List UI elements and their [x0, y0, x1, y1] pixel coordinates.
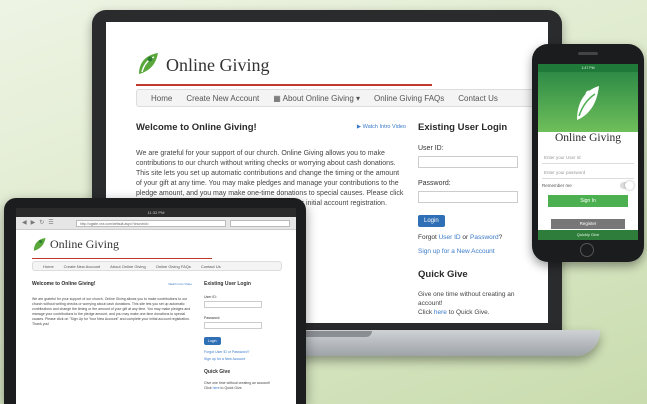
- user-id-input[interactable]: [418, 156, 518, 168]
- login-panel: Existing User Login User ID: Password: L…: [418, 122, 538, 317]
- tablet-browser-bar: ◀▶↻☰ http://ogsite.xxx.com/default.aspx?…: [16, 217, 296, 230]
- tablet-quick-give-here-link[interactable]: here: [213, 386, 220, 390]
- tablet-nav-create-account[interactable]: Create New Account: [64, 264, 100, 269]
- phone-home-button[interactable]: [580, 243, 594, 257]
- tablet-forgot-user-id: User ID: [215, 350, 227, 354]
- nav-faqs[interactable]: Online Giving FAQs: [374, 94, 444, 103]
- phone-user-input[interactable]: Enter your User Id: [542, 152, 634, 164]
- main-nav: Home Create New Account ▦ About Online G…: [136, 89, 546, 107]
- tablet-url-field[interactable]: http://ogsite.xxx.com/default.aspx?churc…: [76, 220, 226, 227]
- leaf-person-icon: [33, 237, 46, 251]
- tablet-nav: Home Create New Account About Online Giv…: [32, 261, 282, 271]
- remember-me-toggle[interactable]: [620, 181, 634, 190]
- watch-video-link[interactable]: ▶ Watch Intro Video: [357, 124, 406, 130]
- nav-home[interactable]: Home: [151, 94, 172, 103]
- signup-link[interactable]: Sign up for a New Account: [418, 248, 538, 255]
- tablet-login-button[interactable]: Login: [204, 337, 221, 345]
- browser-controls-icon[interactable]: ◀▶↻☰: [22, 219, 58, 226]
- tablet-signup-link[interactable]: Sign up for a New Account: [204, 357, 274, 361]
- nav-about-label: About Online Giving: [282, 93, 354, 103]
- tablet-screen: 11:32 PM ◀▶↻☰ http://ogsite.xxx.com/defa…: [16, 208, 296, 404]
- leaf-person-icon: [577, 86, 599, 120]
- tablet-quick-give-prefix: Click: [204, 386, 213, 390]
- tablet-search-field[interactable]: [230, 220, 290, 227]
- tablet-login-title: Existing User Login: [204, 281, 251, 287]
- quick-give-prefix: Click: [418, 309, 434, 316]
- tablet-user-id-input[interactable]: [204, 301, 262, 308]
- tablet-brand-name: Online Giving: [50, 237, 119, 251]
- tablet-watch-video-link[interactable]: Watch Intro Video: [168, 282, 192, 286]
- tablet-forgot-prefix: Forgot: [204, 350, 216, 354]
- tablet-quick-give-suffix: to Quick Give.: [219, 386, 243, 390]
- forgot-prefix: Forgot: [418, 234, 439, 241]
- quick-give-suffix: to Quick Give.: [446, 309, 490, 316]
- tablet-login-panel: Existing User Login User ID: Password: L…: [204, 281, 274, 391]
- tablet-nav-about[interactable]: About Online Giving: [110, 264, 146, 269]
- forgot-password-link[interactable]: Password: [470, 234, 499, 241]
- tablet-nav-contact[interactable]: Contact Us: [201, 264, 221, 269]
- tablet-user-id-label: User ID:: [204, 295, 217, 299]
- phone-speaker: [578, 52, 598, 55]
- phone-header: [538, 72, 638, 132]
- phone-signin-button[interactable]: Sign In: [548, 195, 628, 207]
- tablet-welcome-text: We are grateful for your support of our …: [32, 297, 191, 326]
- tablet-quick-give-title: Quick Give: [204, 369, 231, 375]
- password-label: Password:: [418, 180, 451, 187]
- login-button[interactable]: Login: [418, 215, 445, 227]
- quick-give-title: Quick Give: [418, 269, 468, 280]
- phone-register-button[interactable]: Register: [551, 219, 625, 229]
- phone-password-input[interactable]: Enter your password: [542, 167, 634, 179]
- tablet-password-input[interactable]: [204, 322, 262, 329]
- tablet-site-logo[interactable]: Online Giving: [32, 236, 119, 252]
- phone-footer-link[interactable]: Quickly Give: [538, 230, 638, 240]
- phone-brand-name: Online Giving: [554, 132, 622, 144]
- password-input[interactable]: [418, 191, 518, 203]
- forgot-user-id-link[interactable]: User ID: [439, 234, 461, 241]
- nav-create-account[interactable]: Create New Account: [186, 94, 259, 103]
- tablet-forgot-suffix: ?: [247, 350, 250, 354]
- quick-give-here-link[interactable]: here: [434, 309, 447, 316]
- tablet-nav-home[interactable]: Home: [43, 264, 54, 269]
- site-brand-name: Online Giving: [166, 55, 270, 75]
- phone-login-form: Enter your User Id Enter your password R…: [542, 152, 634, 229]
- nav-about[interactable]: ▦ About Online Giving ▾: [273, 94, 360, 103]
- remember-me-row: Remember me: [542, 181, 634, 190]
- quick-give-text: Give one time without creating an accoun…: [418, 290, 538, 317]
- forgot-or: or: [460, 234, 471, 241]
- nav-contact[interactable]: Contact Us: [458, 94, 498, 103]
- tablet-quick-give-text: Give one time without creating an accoun…: [204, 381, 274, 391]
- tablet-device: 11:32 PM ◀▶↻☰ http://ogsite.xxx.com/defa…: [4, 198, 306, 404]
- watch-video-label: Watch Intro Video: [362, 124, 406, 130]
- leaf-person-icon: [139, 53, 158, 74]
- forgot-credentials: Forgot User ID or Password?: [418, 234, 538, 241]
- phone-screen: 1:47 PM Online Giving Enter your User Id…: [538, 64, 638, 240]
- tablet-quick-give-line-1: Give one time without creating an accoun…: [204, 381, 271, 385]
- tablet-forgot-link[interactable]: Forgot User ID or Password?: [204, 350, 274, 354]
- tablet-forgot-password: Password: [232, 350, 248, 354]
- phone-status-bar: 1:47 PM: [538, 64, 638, 72]
- forgot-suffix: ?: [498, 234, 503, 241]
- tablet-nav-faqs[interactable]: Online Giving FAQs: [156, 264, 191, 269]
- user-id-label: User ID:: [418, 145, 444, 152]
- remember-me-label: Remember me: [542, 183, 572, 188]
- login-title: Existing User Login: [418, 122, 508, 133]
- tablet-password-label: Password:: [204, 316, 221, 320]
- tablet-welcome-section: Welcome to Online Giving! Watch Intro Vi…: [32, 281, 192, 327]
- tablet-status-bar: 11:32 PM: [16, 208, 296, 217]
- quick-give-line-1: Give one time without creating an accoun…: [418, 291, 515, 307]
- brand-divider: [136, 84, 432, 86]
- tablet-brand-divider: [32, 258, 212, 259]
- phone-device: 1:47 PM Online Giving Enter your User Id…: [532, 44, 644, 262]
- site-logo[interactable]: Online Giving: [136, 50, 270, 76]
